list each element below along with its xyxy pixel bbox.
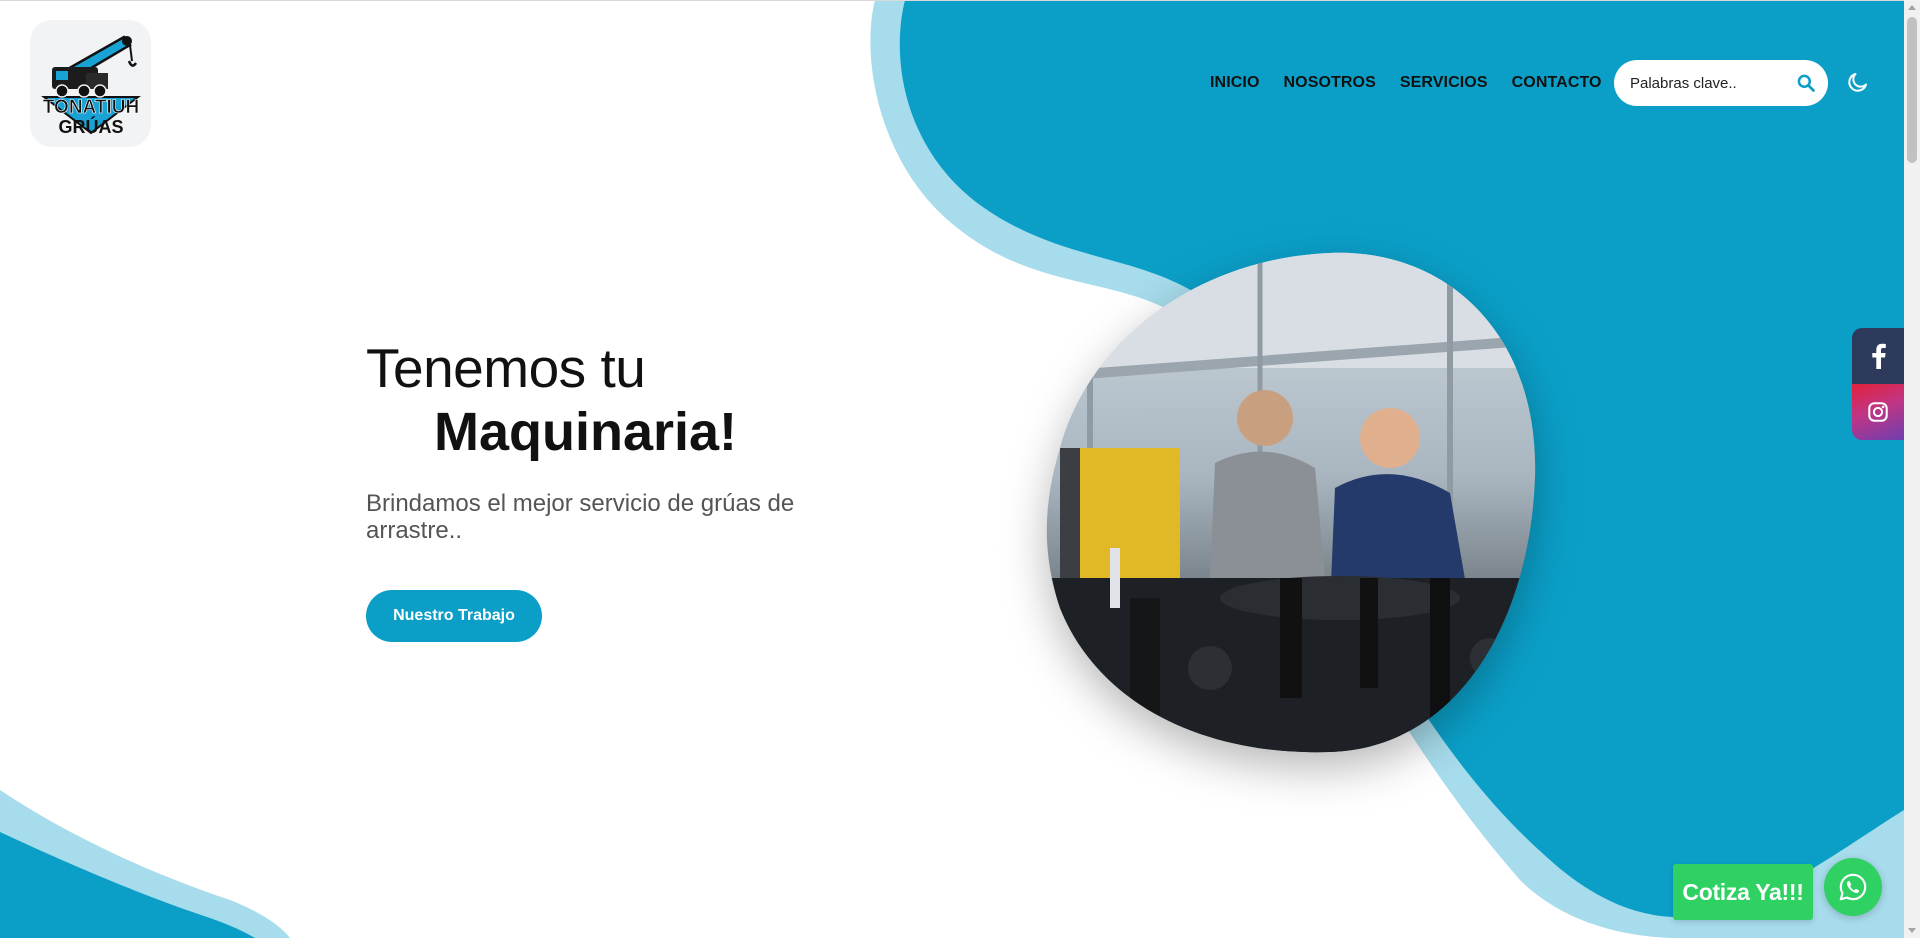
logo-text-line2: GRÚAS [58,116,123,137]
facebook-icon [1872,343,1886,369]
social-sidebar [1852,328,1904,440]
search-box [1614,60,1828,106]
facebook-link[interactable] [1852,328,1904,384]
nav-item-servicios[interactable]: SERVICIOS [1400,74,1488,92]
main-nav: INICIO NOSOTROS SERVICIOS CONTACTO [1210,60,1626,106]
hero-title-line2: Maquinaria! [434,402,738,462]
search-input[interactable] [1614,73,1784,93]
instagram-link[interactable] [1852,384,1904,440]
window-top-border [0,0,1904,1]
background-shapes [0,0,1904,938]
site-logo[interactable]: TONATIUH GRÚAS [30,20,151,147]
scroll-up-arrow-icon[interactable] [1908,5,1916,10]
logo-text-line1: TONATIUH [42,97,138,118]
our-work-button[interactable]: Nuestro Trabajo [366,590,542,642]
nav-item-nosotros[interactable]: NOSOTROS [1284,74,1376,92]
scroll-down-arrow-icon[interactable] [1908,928,1916,933]
hero-title-line1: Tenemos tu [366,337,646,399]
whatsapp-button[interactable] [1824,858,1882,916]
crane-truck-logo-icon: TONATIUH GRÚAS [40,34,141,137]
moon-icon[interactable] [1846,70,1870,94]
nav-item-contacto[interactable]: CONTACTO [1512,74,1602,92]
scroll-thumb[interactable] [1907,17,1917,163]
hero-image [1046,252,1536,753]
nav-item-inicio[interactable]: INICIO [1210,74,1260,92]
instagram-icon [1868,402,1888,422]
hero-subtitle: Brindamos el mejor servicio de grúas de … [366,490,795,544]
quote-now-label[interactable]: Cotiza Ya!!! [1673,864,1813,920]
search-icon[interactable] [1796,73,1816,93]
page-scrollbar[interactable] [1904,0,1920,938]
whatsapp-icon [1839,873,1867,901]
page: TONATIUH GRÚAS INICIO NOSOTROS SERVICIOS… [0,0,1920,938]
